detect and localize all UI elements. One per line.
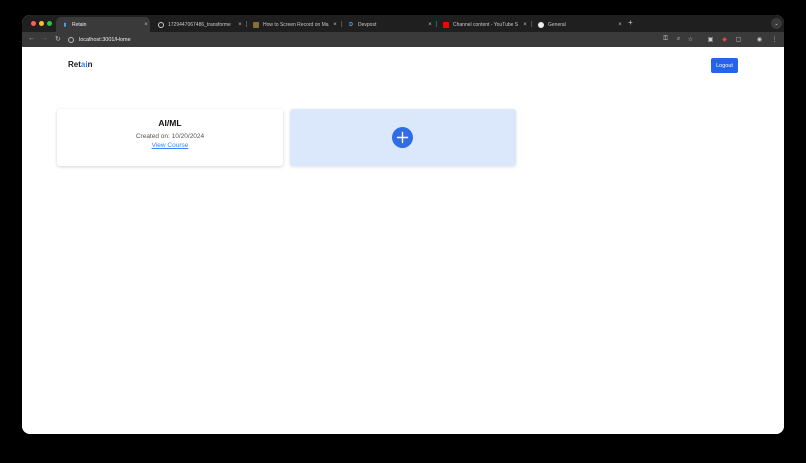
tab-youtube[interactable]: Channel content - YouTube S × [437,17,529,32]
devpost-icon: D [349,21,353,28]
forward-icon[interactable]: → [41,35,48,42]
add-course-button[interactable] [392,127,413,148]
close-tab-icon[interactable]: × [426,22,434,28]
chevron-down-icon[interactable]: ⌄ [771,18,782,29]
youtube-icon [443,21,449,28]
browser-window: ▮ Retain × 1729447067486_transforme × Ho… [22,15,784,434]
tab-strip: ▮ Retain × 1729447067486_transforme × Ho… [22,15,784,32]
tab-title: Devpost [358,21,377,28]
tab-title: 1729447067486_transforme [168,21,231,28]
zoom-icon[interactable]: ⌕ [675,36,682,43]
close-tab-icon[interactable]: × [616,22,624,28]
app-page: Retain Logout AI/ML Created on: 10/20/20… [22,47,784,434]
course-title: AI/ML [158,118,182,128]
back-icon[interactable]: ← [28,35,35,42]
minimize-window-button[interactable] [39,21,44,26]
logout-button[interactable]: Logout [711,58,738,73]
tab-general[interactable]: General × [532,17,624,32]
tab-title: Retain [72,21,87,28]
tab-devpost[interactable]: D Devpost × [342,17,434,32]
maximize-window-button[interactable] [47,21,52,26]
app-logo[interactable]: Retain [68,60,92,69]
view-course-link[interactable]: View Course [57,142,283,149]
logo-part: Ret [68,60,81,69]
bar-chart-icon: ▮ [63,21,67,28]
tab-transformer[interactable]: 1729447067486_transforme × [152,17,244,32]
close-tab-icon[interactable]: × [236,22,244,28]
globe-icon [158,21,164,28]
course-created-date: Created on: 10/20/2024 [135,133,205,140]
tab-title: Channel content - YouTube S [453,21,519,28]
extension-red-icon[interactable]: ◆ [721,36,728,43]
tab-title: General [548,21,566,28]
close-tab-icon[interactable]: × [521,22,529,28]
extension-square-icon[interactable]: ▣ [707,36,714,43]
github-icon [538,21,544,28]
tab-screen-record[interactable]: How to Screen Record on Ma × [247,17,339,32]
tab-retain[interactable]: ▮ Retain × [56,17,150,32]
plus-icon [396,131,409,144]
more-menu-icon[interactable]: ⋮ [771,36,778,43]
close-window-button[interactable] [31,21,36,26]
new-tab-button[interactable]: + [628,18,633,27]
reload-icon[interactable]: ↻ [55,35,61,43]
profile-icon[interactable]: ◉ [756,36,763,43]
close-tab-icon[interactable]: × [331,22,339,28]
puzzle-icon[interactable]: ▢ [735,36,742,43]
logo-part: n [87,60,93,69]
url-text: localhost:3001/Home [79,36,131,43]
article-icon [253,21,259,28]
key-icon[interactable]: ⚿ [662,36,669,43]
tab-title: How to Screen Record on Ma [263,21,329,28]
course-card: AI/ML Created on: 10/20/2024 View Course [57,109,283,166]
logo-accent: ai [80,60,88,69]
site-info-icon[interactable] [68,36,74,43]
add-course-card[interactable] [290,109,516,166]
address-bar[interactable]: localhost:3001/Home [68,34,704,45]
star-icon[interactable]: ☆ [687,36,694,43]
browser-toolbar: ← → ↻ localhost:3001/Home ⚿ ⌕ ☆ ▣ ◆ ▢ ◉ … [22,32,784,47]
close-tab-icon[interactable]: × [142,22,150,28]
